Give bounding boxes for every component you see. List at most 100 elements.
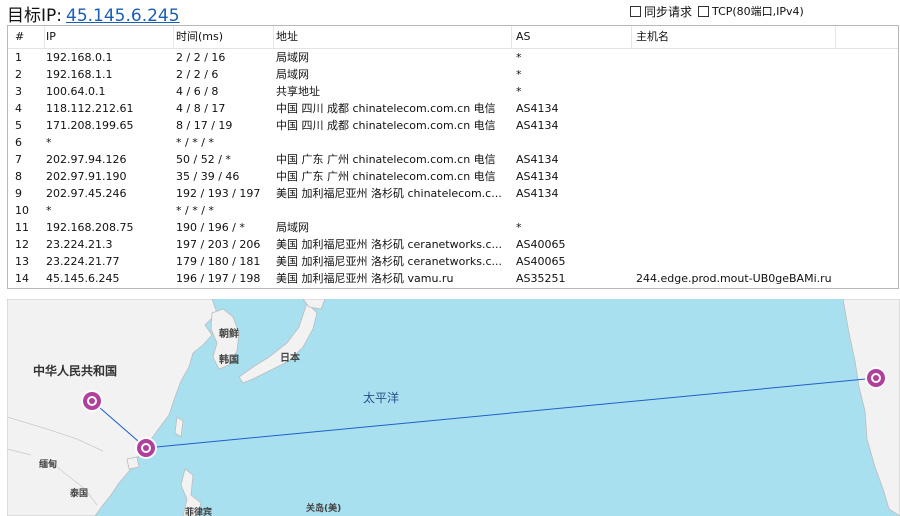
cell-hostname	[632, 219, 836, 236]
cell-hop: 4	[15, 102, 22, 115]
tcp-checkbox[interactable]	[698, 5, 709, 17]
cell-address: 中国 四川 成都 chinatelecom.com.cn 电信	[276, 119, 496, 132]
cell-time: 196 / 197 / 198	[176, 272, 261, 285]
map-label-thailand: 泰国	[69, 487, 88, 499]
cell-as: AS4134	[516, 153, 559, 166]
cell-ip: 100.64.0.1	[46, 85, 106, 98]
cell-time: * / * / *	[176, 204, 214, 217]
cell-hop: 2	[15, 68, 22, 81]
marker-losangeles[interactable]	[865, 367, 887, 389]
cell-time: 4 / 8 / 17	[176, 102, 226, 115]
target-ip-link[interactable]: 45.145.6.245	[66, 6, 180, 26]
cell-as: AS40065	[516, 255, 566, 268]
cell-hop: 13	[15, 255, 29, 268]
cell-hostname	[632, 49, 836, 66]
cell-ip: 171.208.199.65	[46, 119, 134, 132]
cell-hop: 1	[15, 51, 22, 64]
column-header-hop[interactable]: #	[11, 26, 45, 48]
table-row[interactable]: 7 202.97.94.126 50 / 52 / * 中国 广东 广州 chinat…	[8, 151, 898, 168]
map-label-myanmar: 缅甸	[39, 458, 57, 470]
table-row[interactable]: 11 192.168.208.75 190 / 196 / * 局域网 *	[8, 219, 898, 236]
map-label-japan: 日本	[280, 351, 301, 364]
sync-request-checkbox[interactable]	[630, 6, 641, 17]
cell-as: AS4134	[516, 170, 559, 183]
cell-ip: 118.112.212.61	[46, 102, 134, 115]
cell-ip: 23.224.21.3	[46, 238, 113, 251]
table-row[interactable]: 2 192.168.1.1 2 / 2 / 6 局域网 *	[8, 66, 898, 83]
cell-hop: 3	[15, 85, 22, 98]
column-header-time[interactable]: 时间(ms)	[172, 26, 274, 48]
hainan-land	[126, 456, 140, 470]
cell-hostname	[632, 117, 836, 134]
cell-ip: 192.168.1.1	[46, 68, 113, 81]
cell-as	[512, 202, 632, 219]
cell-time: 197 / 203 / 206	[176, 238, 261, 251]
cell-hostname	[632, 66, 836, 83]
cell-hostname	[632, 202, 836, 219]
cell-ip: 192.168.208.75	[46, 221, 134, 234]
cell-hop: 10	[15, 204, 29, 217]
cell-as: *	[516, 85, 522, 98]
cell-address: 中国 广东 广州 chinatelecom.com.cn 电信	[276, 170, 496, 183]
cell-hostname	[632, 168, 836, 185]
map-label-philippines: 菲律宾	[185, 506, 212, 516]
table-body: 1 192.168.0.1 2 / 2 / 16 局域网 * 2 192.168.1.1 2 …	[8, 49, 898, 287]
cell-address: 美国 加利福尼亚州 洛杉矶 ceranetworks.c...	[276, 255, 503, 268]
sync-request-option[interactable]: 同步请求	[630, 3, 692, 20]
column-header-address[interactable]: 地址	[272, 26, 512, 48]
cell-address: 美国 加利福尼亚州 洛杉矶 chinatelecom.c...	[276, 187, 502, 200]
cell-hostname	[632, 100, 836, 117]
table-row[interactable]: 3 100.64.0.1 4 / 6 / 8 共享地址 *	[8, 83, 898, 100]
cell-as: *	[516, 68, 522, 81]
table-row[interactable]: 5 171.208.199.65 8 / 17 / 19 中国 四川 成都 china…	[8, 117, 898, 134]
cell-address	[272, 134, 512, 151]
table-row[interactable]: 14 45.145.6.245 196 / 197 / 198 美国 加利福尼亚州 洛…	[8, 270, 898, 287]
map-canvas[interactable]: 中华人民共和国 朝鲜 韩国 日本 太平洋 缅甸 泰国 菲律宾 关岛(美)	[7, 299, 900, 516]
table-row[interactable]: 1 192.168.0.1 2 / 2 / 16 局域网 *	[8, 49, 898, 66]
cell-time: 190 / 196 / *	[176, 221, 245, 234]
cell-as: AS4134	[516, 187, 559, 200]
cell-time: 2 / 2 / 6	[176, 68, 219, 81]
cell-ip: 202.97.91.190	[46, 170, 127, 183]
cell-as: *	[516, 221, 522, 234]
route-map[interactable]: 中华人民共和国 朝鲜 韩国 日本 太平洋 缅甸 泰国 菲律宾 关岛(美)	[7, 299, 900, 516]
map-label-china: 中华人民共和国	[33, 363, 117, 378]
header-bar: 目标IP: 45.145.6.245 同步请求 TCP(80端口,IPv4)	[0, 0, 900, 26]
cell-hostname	[632, 151, 836, 168]
cell-as: AS4134	[516, 102, 559, 115]
table-row[interactable]: 10 * * / * / *	[8, 202, 898, 219]
table-header: # IP 时间(ms) 地址 AS 主机名	[8, 26, 898, 49]
table-row[interactable]: 12 23.224.21.3 197 / 203 / 206 美国 加利福尼亚州 洛杉…	[8, 236, 898, 253]
table-row[interactable]: 4 118.112.212.61 4 / 8 / 17 中国 四川 成都 chinat…	[8, 100, 898, 117]
cell-ip: 202.97.94.126	[46, 153, 127, 166]
map-label-north-korea: 朝鲜	[219, 327, 239, 340]
cell-address: 共享地址	[276, 85, 320, 98]
cell-hostname	[632, 134, 836, 151]
cell-hop: 5	[15, 119, 22, 132]
cell-hop: 9	[15, 187, 22, 200]
table-row[interactable]: 9 202.97.45.246 192 / 193 / 197 美国 加利福尼亚州 洛…	[8, 185, 898, 202]
table-row[interactable]: 8 202.97.91.190 35 / 39 / 46 中国 广东 广州 china…	[8, 168, 898, 185]
cell-as: AS4134	[516, 119, 559, 132]
table-row[interactable]: 13 23.224.21.77 179 / 180 / 181 美国 加利福尼亚州 洛…	[8, 253, 898, 270]
cell-hop: 12	[15, 238, 29, 251]
cell-hostname	[632, 236, 836, 253]
cell-hostname: 244.edge.prod.mout-UB0geBAMi.ru	[636, 272, 832, 285]
trace-table[interactable]: # IP 时间(ms) 地址 AS 主机名 1 192.168.0.1 2 / 2 …	[7, 25, 899, 289]
marker-guangzhou[interactable]	[135, 437, 157, 459]
column-header-as[interactable]: AS	[512, 26, 632, 48]
tcp-label: TCP(80端口,IPv4)	[712, 5, 804, 18]
cell-time: 50 / 52 / *	[176, 153, 231, 166]
cell-ip: 192.168.0.1	[46, 51, 113, 64]
cell-address: 局域网	[276, 51, 309, 64]
table-row[interactable]: 6 * * / * / *	[8, 134, 898, 151]
column-header-ip[interactable]: IP	[42, 26, 174, 48]
cell-address	[272, 202, 512, 219]
cell-time: 35 / 39 / 46	[176, 170, 240, 183]
cell-time: 4 / 6 / 8	[176, 85, 219, 98]
column-header-hostname[interactable]: 主机名	[632, 26, 836, 48]
cell-as	[512, 134, 632, 151]
tcp-option[interactable]: TCP(80端口,IPv4)	[698, 3, 804, 19]
map-label-guam: 关岛(美)	[306, 502, 341, 514]
marker-chengdu[interactable]	[81, 390, 103, 412]
